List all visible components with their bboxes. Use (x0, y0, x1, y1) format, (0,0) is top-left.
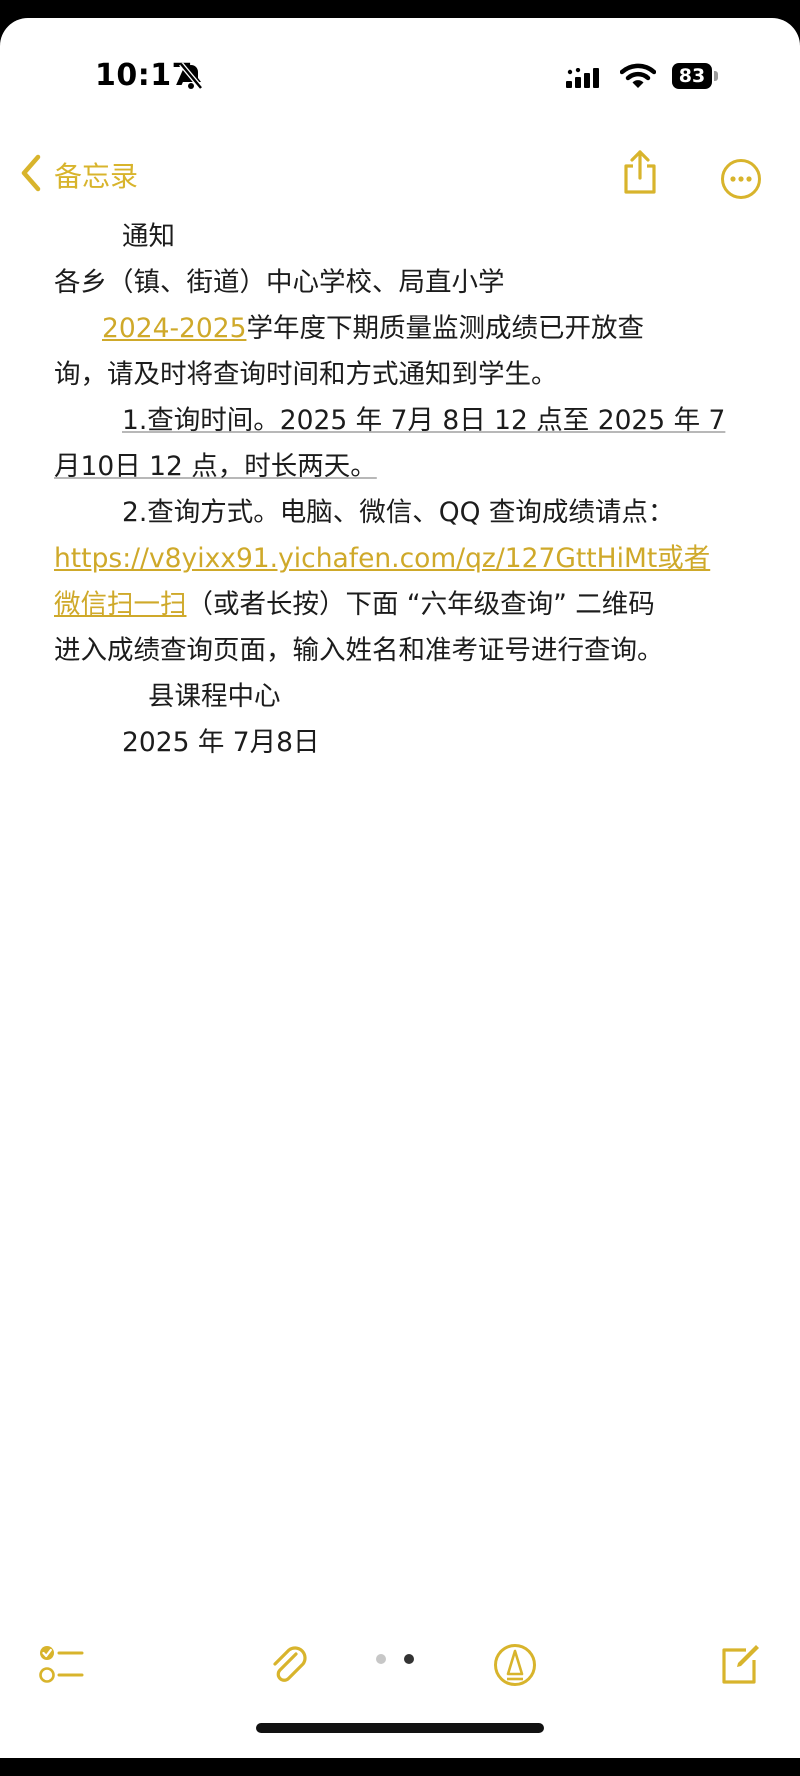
note-title: 通知 (122, 221, 175, 252)
note-date: 2025 年 7月8日 (122, 727, 320, 758)
cellular-signal-icon (566, 67, 606, 92)
chevron-left-icon (20, 154, 42, 196)
note-recipient: 各乡（镇、街道）中心学校、局直小学 (54, 267, 505, 298)
note-item-2-line-4: 进入成绩查询页面，输入姓名和准考证号进行查询。 (54, 635, 664, 666)
item-1-text[interactable]: 1.查询时间。2025 年 7月 8日 12 点至 2025 年 7 (122, 405, 725, 436)
query-url-link[interactable]: https://v8yixx91.yichafen.com/qz/127GttH… (54, 543, 710, 574)
bell-slash-icon (178, 62, 204, 94)
note-item-2-line-3: 微信扫一扫（或者长按）下面 “六年级查询” 二维码 (54, 582, 754, 628)
item-2-line-3-text: （或者长按）下面 “六年级查询” 二维码 (186, 589, 655, 620)
back-button-label: 备忘录 (54, 160, 139, 193)
note-body[interactable]: 通知 各乡（镇、街道）中心学校、局直小学 2024-2025学年度下期质量监测成… (54, 214, 754, 766)
paperclip-icon[interactable] (266, 1642, 314, 1694)
wechat-scan-link[interactable]: 微信扫一扫 (54, 589, 187, 620)
note-signature: 县课程中心 (148, 681, 281, 712)
more-icon[interactable] (720, 158, 762, 204)
bottom-toolbar (0, 1630, 800, 1700)
page-dot-active (404, 1654, 414, 1664)
notes-screen: 10:17 83 备忘录 通知 各乡（镇、街道）中心学校、局直小学 2024-2… (0, 18, 800, 1758)
note-paragraph-1-line-2: 询，请及时将查询时间和方式通知到学生。 (54, 359, 558, 390)
page-dot (376, 1654, 386, 1664)
wifi-icon (619, 62, 657, 94)
page-dots (376, 1654, 414, 1664)
note-item-1-line-2: 月10日 12 点，时长两天。 (54, 444, 754, 490)
item-1-text-continued[interactable]: 月10日 12 点，时长两天。 (54, 451, 377, 482)
note-item-2-line-1: 2.查询方式。电脑、微信、QQ 查询成绩请点： (122, 497, 675, 528)
compose-icon[interactable] (716, 1642, 762, 1692)
battery-cap (714, 71, 718, 81)
note-item-1-line-1: 1.查询时间。2025 年 7月 8日 12 点至 2025 年 7 (54, 398, 754, 444)
back-button[interactable]: 备忘录 (20, 154, 139, 196)
checklist-icon[interactable] (38, 1642, 86, 1690)
note-item-2-url-line: https://v8yixx91.yichafen.com/qz/127GttH… (54, 536, 754, 582)
status-bar: 10:17 83 (0, 18, 800, 138)
year-link[interactable]: 2024-2025 (102, 313, 246, 344)
navigation-bar: 备忘录 (0, 138, 800, 218)
share-icon[interactable] (620, 148, 660, 200)
paragraph-1-text: 学年度下期质量监测成绩已开放查 (246, 313, 644, 344)
markup-icon[interactable] (492, 1642, 538, 1692)
battery-icon: 83 (672, 63, 712, 89)
home-indicator[interactable] (256, 1723, 544, 1733)
note-paragraph-1: 2024-2025学年度下期质量监测成绩已开放查 (54, 306, 754, 352)
